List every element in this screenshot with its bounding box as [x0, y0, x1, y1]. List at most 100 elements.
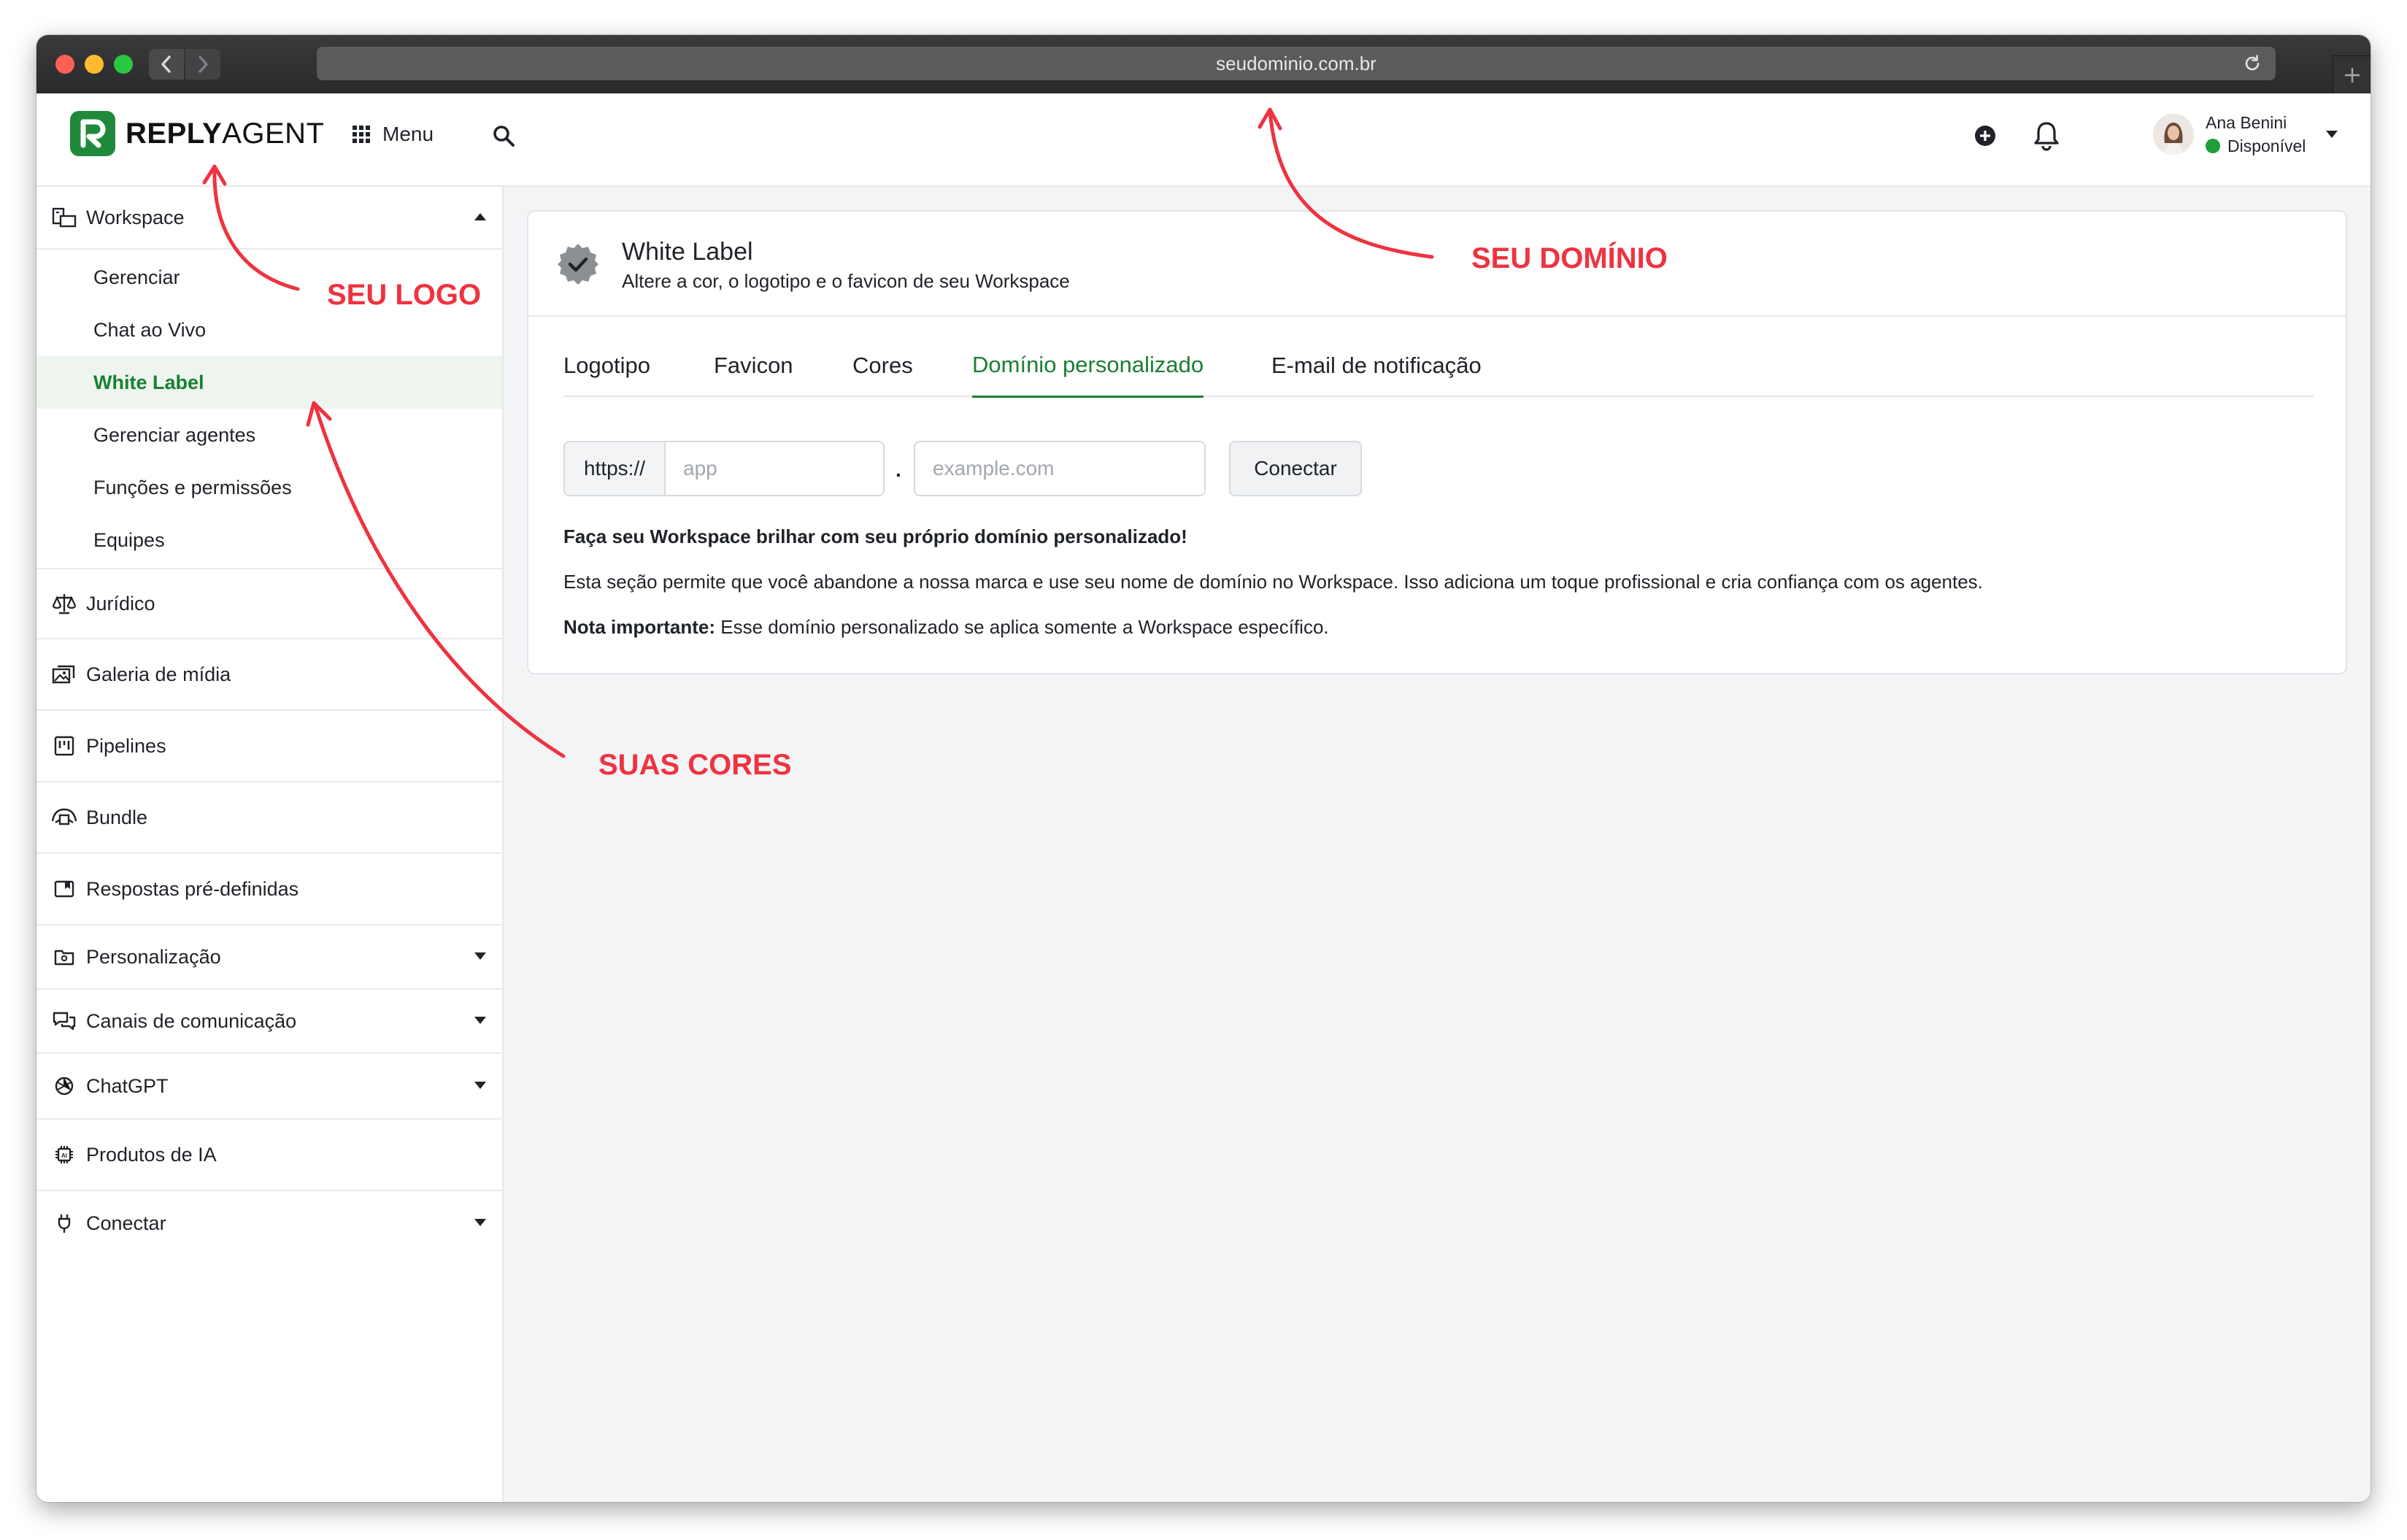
- folder-settings-icon: [51, 944, 77, 970]
- saved-replies-icon: [51, 876, 77, 902]
- sidebar-item-respostas-pre-definidas[interactable]: Respostas pré-definidas: [36, 854, 504, 925]
- sidebar-item-personalizacao[interactable]: Personalização: [36, 925, 504, 990]
- notification-bell-icon[interactable]: [2032, 120, 2061, 152]
- note-text: Esse domínio personalizado se aplica som…: [715, 616, 1329, 638]
- search-icon[interactable]: [490, 123, 517, 149]
- section-note: Nota importante: Esse domínio personaliz…: [563, 616, 1329, 639]
- section-description: Esta seção permite que você abandone a n…: [563, 571, 1983, 593]
- maximize-window-button[interactable]: [114, 55, 133, 74]
- chevron-right-icon: [199, 55, 208, 73]
- caret-down-icon: [2326, 131, 2338, 138]
- brand-logo[interactable]: REPLYAGENT: [70, 111, 324, 156]
- subdomain-input[interactable]: [664, 441, 885, 496]
- plug-icon: [51, 1210, 77, 1236]
- annotation-suas-cores: SUAS CORES: [598, 749, 792, 781]
- caret-down-icon: [474, 1017, 486, 1024]
- white-label-card: White Label Altere a cor, o logotipo e o…: [527, 210, 2347, 674]
- minimize-window-button[interactable]: [85, 55, 104, 74]
- sidebar-item-label: Conectar: [86, 1212, 166, 1234]
- section-heading: Faça seu Workspace brilhar com seu própr…: [563, 525, 1187, 547]
- sidebar-item-galeria-de-midia[interactable]: Galeria de mídia: [36, 639, 504, 711]
- tab-favicon[interactable]: Favicon: [714, 340, 793, 397]
- connect-button[interactable]: Conectar: [1229, 441, 1362, 496]
- bundle-icon: [51, 804, 77, 831]
- address-bar-url: seudominio.com.br: [1216, 52, 1376, 74]
- chevron-left-icon: [161, 55, 171, 73]
- caret-down-icon: [474, 952, 486, 960]
- page-subtitle: Altere a cor, o logotipo e o favicon de …: [622, 270, 1070, 292]
- workspace-icon: [51, 204, 77, 231]
- sidebar-item-label: Bundle: [86, 806, 148, 828]
- scale-icon: [51, 590, 77, 617]
- protocol-prefix: https://: [563, 441, 666, 496]
- tab-email-de-notificacao[interactable]: E-mail de notificação: [1271, 340, 1482, 397]
- tab-bar: Logotipo Favicon Cores Domínio personali…: [563, 340, 2314, 398]
- caret-down-icon: [474, 1219, 486, 1226]
- sidebar-item-juridico[interactable]: Jurídico: [36, 568, 504, 639]
- sidebar-item-conectar[interactable]: Conectar: [36, 1191, 504, 1255]
- tab-dominio-personalizado[interactable]: Domínio personalizado: [972, 340, 1204, 398]
- user-name: Ana Benini: [2206, 113, 2287, 132]
- openai-icon: [51, 1073, 77, 1099]
- sidebar-item-label: Jurídico: [86, 592, 155, 615]
- plus-icon: [2344, 67, 2360, 82]
- sidebar-subitem-white-label[interactable]: White Label: [36, 356, 502, 409]
- sidebar-item-bundle[interactable]: Bundle: [36, 782, 504, 854]
- chat-bubbles-icon: [51, 1008, 77, 1034]
- sidebar-item-label: Respostas pré-definidas: [86, 877, 299, 900]
- address-bar[interactable]: seudominio.com.br: [317, 47, 2276, 80]
- domain-form: https:// . Conectar: [563, 441, 1439, 496]
- sidebar-subitem-equipes[interactable]: Equipes: [36, 514, 502, 566]
- menu-button[interactable]: Menu: [352, 123, 434, 146]
- tab-logotipo[interactable]: Logotipo: [563, 340, 650, 397]
- browser-chrome: seudominio.com.br: [36, 35, 2371, 93]
- tab-cores[interactable]: Cores: [852, 340, 913, 397]
- sidebar-item-produtos-de-ia[interactable]: AI Produtos de IA: [36, 1120, 504, 1191]
- add-circle-icon[interactable]: [1973, 124, 1997, 147]
- user-menu[interactable]: Ana Benini Disponível: [2153, 111, 2339, 158]
- card-header: White Label Altere a cor, o logotipo e o…: [528, 212, 2346, 317]
- sidebar-item-pipelines[interactable]: Pipelines: [36, 711, 504, 782]
- verified-badge-icon: [558, 244, 598, 285]
- annotation-seu-logo: SEU LOGO: [327, 279, 482, 311]
- domain-separator: .: [896, 458, 901, 481]
- kanban-icon: [51, 733, 77, 759]
- sidebar-item-label: Produtos de IA: [86, 1143, 217, 1166]
- ai-chip-icon: AI: [51, 1141, 77, 1168]
- sidebar-subitem-gerenciar-agentes[interactable]: Gerenciar agentes: [36, 409, 502, 461]
- app-header: REPLYAGENT Menu Ana Benini Disponível: [36, 93, 2371, 187]
- new-tab-button[interactable]: [2333, 55, 2371, 93]
- user-status: Disponível: [2206, 134, 2306, 158]
- domain-input[interactable]: [914, 441, 1206, 496]
- menu-label: Menu: [382, 123, 434, 145]
- sidebar: Workspace Gerenciar Chat ao Vivo White L…: [36, 187, 504, 1502]
- sidebar-item-label: ChatGPT: [86, 1074, 169, 1097]
- photo-gallery-icon: [51, 661, 77, 688]
- sidebar-item-label: Galeria de mídia: [86, 663, 231, 685]
- close-window-button[interactable]: [55, 55, 74, 74]
- status-dot: [2206, 139, 2220, 153]
- sidebar-item-chatgpt[interactable]: ChatGPT: [36, 1054, 504, 1120]
- note-label: Nota importante:: [563, 616, 715, 638]
- page-title: White Label: [622, 238, 753, 266]
- browser-window: seudominio.com.br REPLYAGENT Menu Ana Be…: [36, 35, 2371, 1502]
- caret-up-icon: [474, 213, 486, 220]
- sidebar-item-workspace[interactable]: Workspace: [36, 187, 504, 250]
- reload-icon[interactable]: [2242, 53, 2262, 74]
- user-status-label: Disponível: [2227, 136, 2306, 155]
- logo-wordmark: REPLYAGENT: [126, 117, 325, 150]
- sidebar-item-canais-de-comunicacao[interactable]: Canais de comunicação: [36, 990, 504, 1054]
- back-button[interactable]: [149, 49, 184, 80]
- svg-text:AI: AI: [61, 1152, 67, 1159]
- sidebar-item-label: Pipelines: [86, 734, 166, 757]
- user-info: Ana Benini Disponível: [2206, 111, 2306, 158]
- sidebar-item-label: Personalização: [86, 945, 221, 968]
- grid-icon: [353, 126, 370, 143]
- avatar: [2153, 114, 2194, 155]
- caret-down-icon: [474, 1082, 486, 1089]
- sidebar-item-label: Canais de comunicação: [86, 1009, 297, 1032]
- annotation-seu-dominio: SEU DOMÍNIO: [1471, 242, 1668, 274]
- logo-mark-icon: [70, 111, 115, 156]
- forward-button[interactable]: [185, 49, 220, 80]
- sidebar-subitem-funcoes-e-permissoes[interactable]: Funções e permissões: [36, 461, 502, 514]
